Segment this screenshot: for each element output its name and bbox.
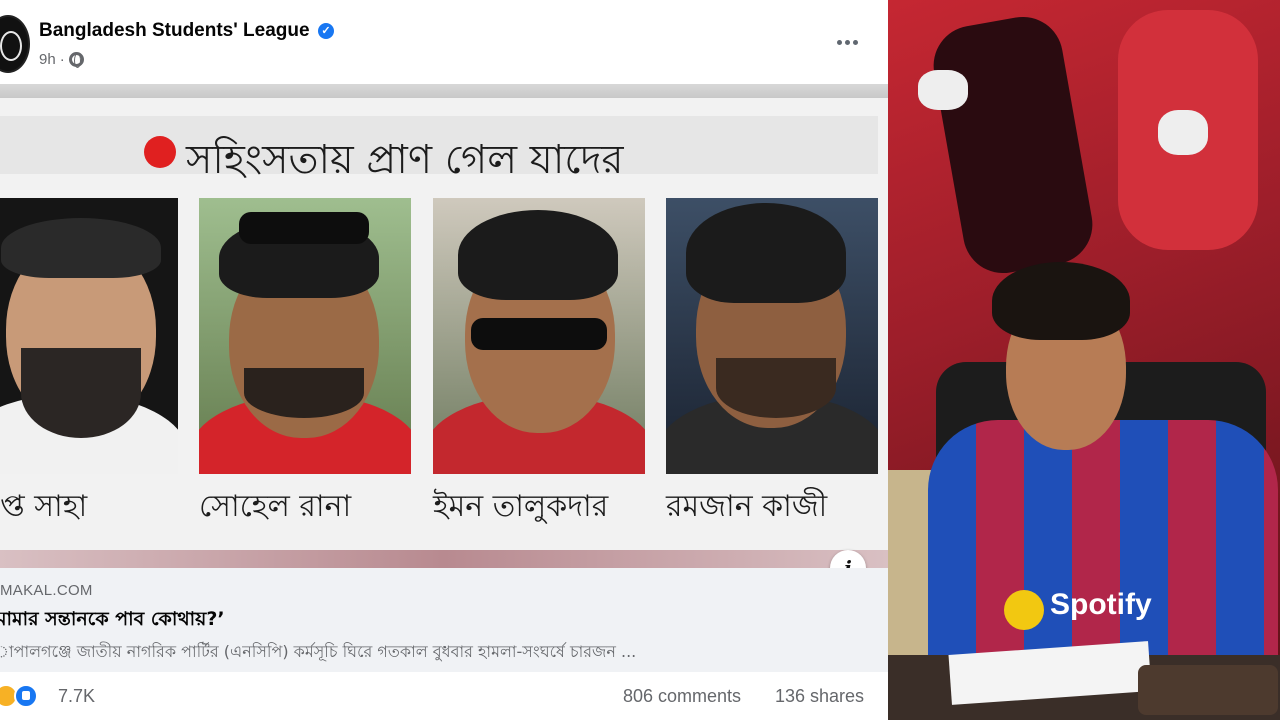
page-avatar[interactable] (0, 15, 30, 73)
photo-caption: সোহেল রানা (199, 489, 352, 524)
portrait-photo (433, 198, 645, 474)
portrait-photo (0, 198, 178, 474)
verified-icon: ✓ (318, 23, 334, 39)
wallet (1138, 665, 1278, 715)
more-options-icon[interactable] (833, 28, 861, 56)
image-headline: সহিংসতায় প্রাণ গেল যাদের (186, 137, 624, 183)
post-header: Bangladesh Students' League ✓ 9h · (0, 0, 888, 84)
link-title[interactable]: মামার সন্তানকে পাব কোথায়?’ (0, 605, 225, 637)
post-time[interactable]: 9h (39, 51, 56, 68)
person-hair (992, 262, 1130, 340)
link-domain: MAKAL.COM (0, 582, 93, 599)
like-reaction-icon[interactable] (14, 684, 38, 708)
poster-hand (918, 70, 968, 110)
photo-caption: রমজান কাজী (666, 489, 828, 524)
link-preview-image[interactable]: সহিংসতায় প্রাণ গেল যাদের প্ত সাহা সোহেল… (0, 84, 888, 568)
red-dot-icon (144, 136, 176, 168)
photo-caption: ইমন তালুকদার (433, 489, 609, 524)
facebook-post: Bangladesh Students' League ✓ 9h · সহিংস… (0, 0, 888, 720)
spotify-logo-icon (1004, 590, 1044, 630)
post-meta: 9h · (39, 51, 84, 68)
jersey-sponsor-text: Spotify (1050, 588, 1152, 621)
poster-hand (1158, 110, 1208, 155)
globe-icon (68, 52, 84, 68)
meta-separator: · (59, 51, 65, 68)
portrait-photo (199, 198, 411, 474)
portrait-photo (666, 198, 878, 474)
shares-count[interactable]: 136 shares (775, 686, 864, 707)
page-name[interactable]: Bangladesh Students' League (39, 20, 310, 42)
image-top-band (0, 84, 888, 98)
image-bottom-band (0, 550, 888, 568)
link-preview-meta[interactable]: MAKAL.COM মামার সন্তানকে পাব কোথায়?’ াপ… (0, 568, 888, 672)
reaction-count[interactable]: 7.7K (58, 686, 95, 707)
comments-count[interactable]: 806 comments (623, 686, 741, 707)
video-frame[interactable]: Spotify (888, 0, 1280, 720)
photo-caption: প্ত সাহা (0, 489, 88, 524)
link-description: াপালগঞ্জে জাতীয় নাগরিক পার্টির (এনসিপি)… (0, 642, 637, 661)
post-footer: 7.7K 806 comments 136 shares (0, 672, 888, 720)
